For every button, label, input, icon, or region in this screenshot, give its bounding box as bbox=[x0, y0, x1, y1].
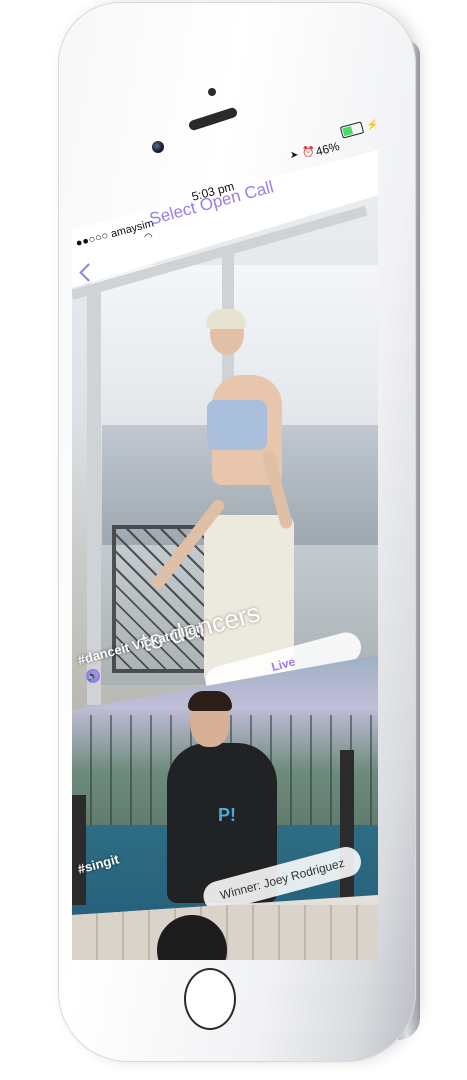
dancer bbox=[207, 400, 267, 450]
window-frame bbox=[87, 285, 101, 705]
home-button[interactable] bbox=[184, 968, 236, 1030]
hoodie-logo: P! bbox=[218, 805, 236, 825]
front-camera bbox=[152, 141, 164, 153]
dancer bbox=[206, 309, 246, 329]
person bbox=[188, 691, 232, 711]
speaker-icon[interactable]: 🔊 bbox=[86, 669, 100, 683]
charging-icon: ⚡ bbox=[366, 120, 379, 131]
net-post bbox=[72, 795, 86, 905]
phone-mockup: ●●○○○ amaysim ◠ 5:03 pm ➤ ⏰ 46% ⚡ Select… bbox=[0, 0, 467, 1080]
wifi-icon: ◠ bbox=[144, 232, 153, 243]
alarm-icon: ⏰ bbox=[302, 147, 315, 158]
location-icon: ➤ bbox=[290, 150, 299, 161]
proximity-sensor bbox=[208, 88, 216, 96]
